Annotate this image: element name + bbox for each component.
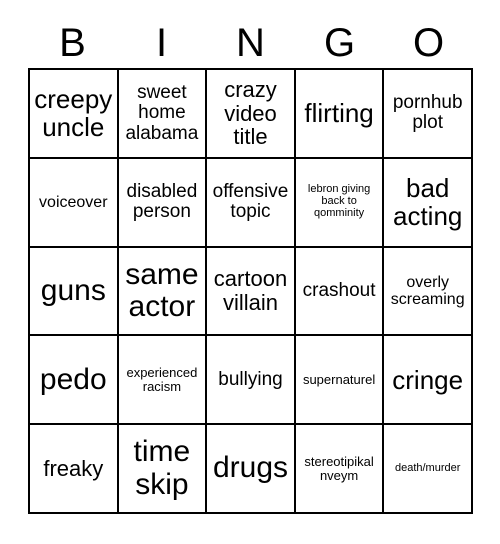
bingo-cell-i1[interactable]: sweet home alabama: [118, 70, 208, 159]
bingo-cell-label: sweet home alabama: [125, 81, 199, 144]
bingo-cell-label: disabled person: [126, 180, 198, 223]
bingo-cell-o4[interactable]: cringe: [384, 336, 473, 426]
bingo-cell-b1[interactable]: creepy uncle: [30, 70, 119, 159]
bingo-cell-g1[interactable]: flirting: [295, 70, 385, 159]
bingo-header-letter-b: B: [59, 21, 86, 65]
bingo-cell-label: crashout: [302, 279, 376, 301]
bingo-cell-o1[interactable]: pornhub plot: [384, 70, 473, 159]
bingo-grid: creepy uncle sweet home alabama crazy vi…: [28, 68, 473, 514]
bingo-cell-label: supernaturel: [302, 371, 376, 387]
bingo-header-row: B I N G O: [28, 18, 473, 68]
bingo-cell-label: death/murder: [394, 461, 461, 474]
bingo-cell-label: freaky: [43, 455, 104, 481]
bingo-cell-label: pornhub plot: [392, 91, 463, 134]
bingo-cell-g5[interactable]: stereotipikal nveym: [295, 425, 385, 514]
bingo-cell-label: cartoon villain: [213, 266, 288, 315]
bingo-cell-label: bullying: [218, 368, 283, 390]
bingo-cell-n3[interactable]: cartoon villain: [207, 247, 296, 337]
bingo-cell-label: time skip: [133, 435, 191, 501]
bingo-cell-label: bad acting: [392, 173, 463, 232]
bingo-cell-o3[interactable]: overly screaming: [384, 247, 473, 337]
bingo-cell-label: cringe: [392, 364, 464, 395]
bingo-cell-label: creepy uncle: [34, 84, 113, 143]
bingo-header-letter-o: O: [412, 21, 445, 65]
bingo-cell-b3[interactable]: guns: [30, 247, 119, 337]
bingo-cell-label: pedo: [39, 362, 107, 396]
bingo-header-letter-g: G: [323, 21, 356, 65]
bingo-cell-label: voiceover: [39, 193, 108, 211]
bingo-cell-n4[interactable]: bullying: [207, 336, 296, 426]
bingo-cell-label: crazy video title: [224, 76, 277, 150]
bingo-cell-o2[interactable]: bad acting: [384, 158, 473, 248]
bingo-cell-n2[interactable]: offensive topic: [207, 158, 296, 248]
bingo-cell-label: overly screaming: [390, 273, 465, 308]
bingo-cell-b2[interactable]: voiceover: [30, 158, 119, 248]
bingo-cell-g3[interactable]: crashout: [295, 247, 385, 337]
bingo-cell-label: experienced racism: [126, 364, 198, 394]
bingo-cell-g2[interactable]: lebron giving back to qomminity: [295, 158, 385, 248]
bingo-header-letter-i: I: [155, 21, 168, 65]
bingo-cell-i5[interactable]: time skip: [118, 425, 208, 514]
bingo-cell-label: stereotipikal nveym: [304, 453, 374, 483]
bingo-cell-b5[interactable]: freaky: [30, 425, 119, 514]
bingo-cell-n1[interactable]: crazy video title: [207, 70, 296, 159]
bingo-cell-label: same actor: [125, 257, 199, 323]
bingo-card: B I N G O creepy uncle sweet home alabam…: [0, 0, 500, 544]
bingo-header-letter-n: N: [236, 21, 265, 65]
bingo-cell-g4[interactable]: supernaturel: [295, 336, 385, 426]
bingo-cell-label: offensive topic: [212, 180, 289, 223]
bingo-cell-label: guns: [40, 273, 106, 307]
bingo-cell-label: flirting: [304, 98, 374, 129]
bingo-cell-i3[interactable]: same actor: [118, 247, 208, 337]
bingo-cell-i2[interactable]: disabled person: [118, 158, 208, 248]
bingo-cell-label: lebron giving back to qomminity: [307, 183, 371, 220]
bingo-cell-label: drugs: [212, 451, 289, 485]
bingo-cell-b4[interactable]: pedo: [30, 336, 119, 426]
bingo-cell-i4[interactable]: experienced racism: [118, 336, 208, 426]
bingo-cell-o5[interactable]: death/murder: [384, 425, 473, 514]
bingo-cell-n5[interactable]: drugs: [207, 425, 296, 514]
